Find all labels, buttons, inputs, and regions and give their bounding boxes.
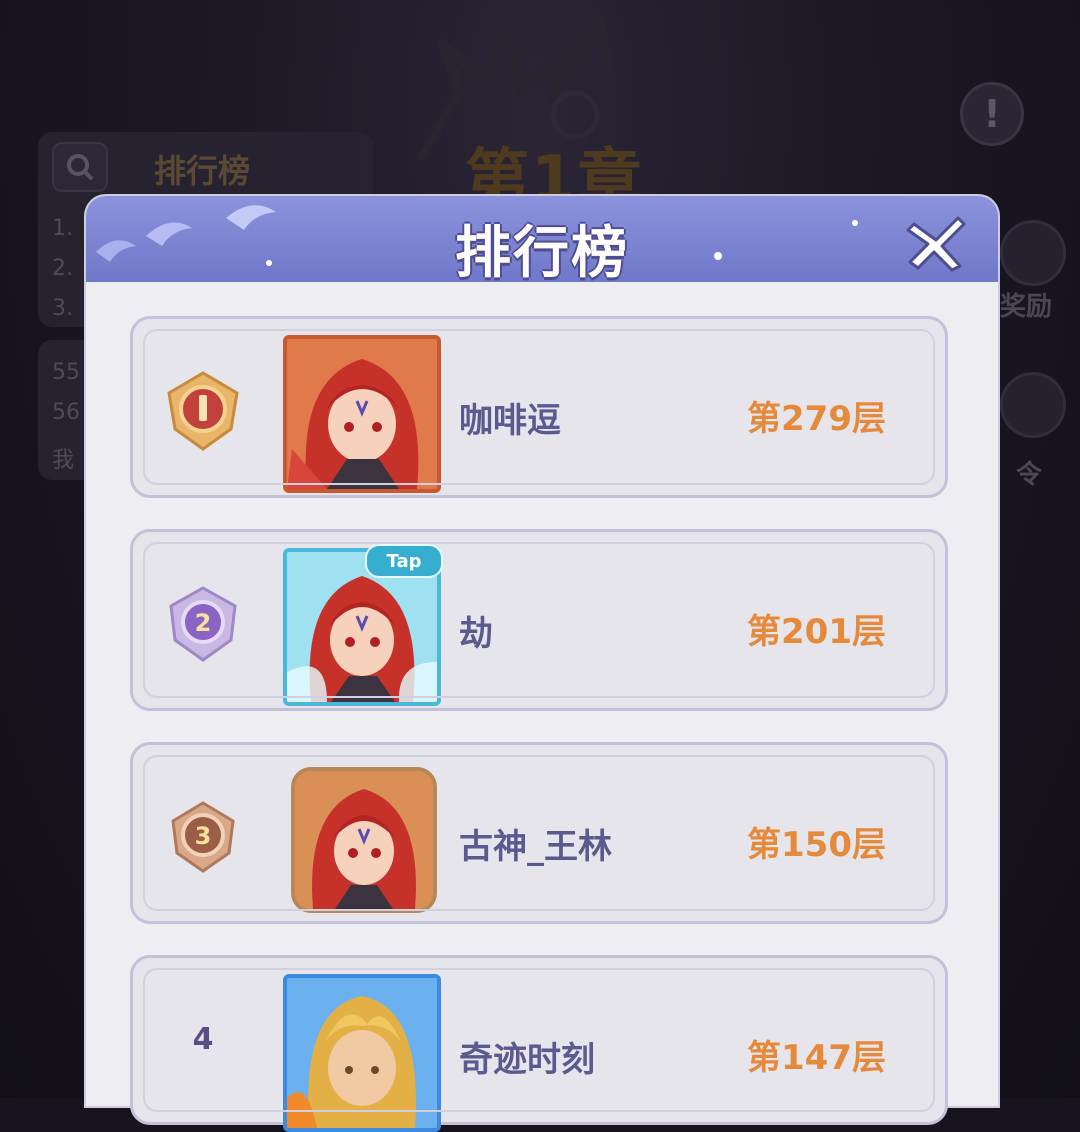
- background-list-line: 2.: [52, 256, 73, 281]
- close-x-icon: [906, 216, 966, 272]
- pass-label: 令: [1016, 460, 1043, 490]
- exclamation-icon: !: [960, 82, 1024, 146]
- background-list-line: 56: [52, 400, 80, 425]
- background-list-line: 3.: [52, 296, 73, 321]
- player-avatar[interactable]: [283, 335, 441, 493]
- red-hair-hero-portrait: [287, 339, 437, 489]
- player-name: 奇迹时刻: [459, 1040, 595, 1080]
- player-name: 咖啡逗: [459, 401, 561, 441]
- tap-tag: Tap: [365, 544, 443, 578]
- reward-icon: [1000, 220, 1066, 286]
- rank-number: 4: [192, 1022, 214, 1057]
- player-avatar[interactable]: [291, 767, 437, 913]
- bronze-medal-icon: 3: [171, 801, 235, 873]
- background-panel-title: 排行榜: [154, 152, 251, 190]
- svg-text:3: 3: [195, 822, 212, 850]
- ranking-row[interactable]: 2 Tap 劫 第201层: [130, 529, 948, 711]
- modal-header: 排行榜: [86, 196, 998, 282]
- reward-label: 奖励: [1000, 292, 1053, 322]
- background-list-line: 55: [52, 360, 80, 385]
- search-icon: [52, 142, 108, 192]
- ranking-list[interactable]: 咖啡逗 第279层 2 Tap 劫 第201层 3 古神_王林 第150层 4 …: [86, 282, 998, 1132]
- player-floor: 第147层: [747, 1038, 886, 1078]
- silver-medal-icon: 2: [169, 586, 237, 662]
- blonde-hero-portrait: [287, 978, 437, 1128]
- player-avatar[interactable]: [283, 974, 441, 1132]
- close-button[interactable]: [902, 210, 972, 276]
- ranking-row[interactable]: 咖啡逗 第279层: [130, 316, 948, 498]
- player-name: 劫: [459, 614, 493, 654]
- svg-text:2: 2: [195, 609, 212, 637]
- gold-medal-icon: [167, 371, 239, 451]
- pass-icon: [1000, 372, 1066, 438]
- ranking-row[interactable]: 3 古神_王林 第150层: [130, 742, 948, 924]
- player-name: 古神_王林: [459, 827, 612, 867]
- background-list-line: 我: [52, 448, 75, 473]
- player-floor: 第279层: [747, 399, 886, 439]
- player-floor: 第201层: [747, 612, 886, 652]
- background-list-line: 1.: [52, 216, 73, 241]
- red-hair-hero-portrait: [295, 771, 433, 909]
- leaderboard-modal: 排行榜 咖啡逗 第279层 2 Tap 劫 第201层 3 古神_王林 第150…: [86, 196, 998, 1132]
- modal-title: 排行榜: [455, 221, 629, 282]
- ranking-row[interactable]: 4 奇迹时刻 第147层: [130, 955, 948, 1132]
- player-floor: 第150层: [747, 825, 886, 865]
